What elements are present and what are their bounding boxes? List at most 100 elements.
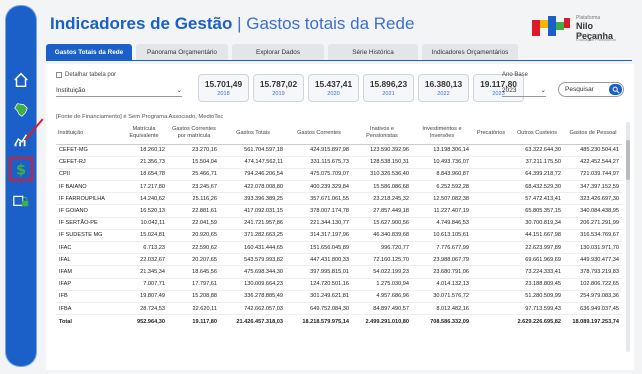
logo-bottom-text: Rede Federal de Educação Profissional bbox=[576, 32, 616, 42]
table-cell: CEFET-RJ bbox=[56, 156, 120, 169]
svg-text:$: $ bbox=[16, 162, 26, 178]
tab-explorar-dados[interactable]: Explorar Dados bbox=[232, 44, 324, 60]
table-header-cell[interactable]: Precatórios bbox=[472, 122, 510, 145]
table-cell: 57.472.413,41 bbox=[510, 192, 564, 206]
table-cell: 22.590,62 bbox=[168, 241, 220, 255]
table-cell: 69.661.969,69 bbox=[510, 253, 564, 267]
table-row[interactable]: IF SUDESTE MG 15.024,81 20.920,65 371.282.6… bbox=[56, 229, 622, 243]
table-header-cell[interactable]: Gastos Correntes por matrícula bbox=[168, 122, 220, 145]
table-cell bbox=[472, 265, 510, 279]
table-cell bbox=[472, 217, 510, 230]
table-cell bbox=[472, 156, 510, 169]
tab-serie-historica[interactable]: Série Histórica bbox=[328, 44, 418, 60]
tab-gastos-totais[interactable]: Gastos Totais da Rede bbox=[46, 44, 132, 60]
table-cell: 25.466,71 bbox=[168, 168, 220, 182]
detail-filter-label: Detalhar tabela por bbox=[56, 72, 116, 78]
page-title-main: Indicadores de Gestão bbox=[50, 14, 233, 33]
table-cell bbox=[472, 290, 510, 303]
table-row[interactable]: IFB 19.807,49 15.208,88 336.278.885,49 301.2… bbox=[56, 290, 622, 303]
table-header-cell[interactable]: Matrícula Equivalente bbox=[120, 122, 168, 145]
table-cell: 331.115.675,73 bbox=[286, 156, 352, 169]
table-row[interactable]: IF GOIANO 16.520,13 22.881,61 417.092.031,1… bbox=[56, 204, 622, 218]
brazil-map-icon[interactable] bbox=[11, 100, 31, 120]
chevron-down-icon: ⌄ bbox=[540, 87, 546, 94]
table-cell: 46.340.839,68 bbox=[352, 229, 412, 243]
table-cell: 68.432.529,30 bbox=[510, 180, 564, 194]
table-row[interactable]: IFAL 22.032,67 20.207,65 543.579.993,82 447.… bbox=[56, 253, 622, 267]
table-cell: 6.713,23 bbox=[120, 241, 168, 255]
table-cell: 128.538.150,31 bbox=[352, 156, 412, 169]
home-icon[interactable] bbox=[11, 70, 31, 90]
table-header-cell[interactable]: Inativos e Pensionistas bbox=[352, 122, 412, 145]
table-cell: 11.227.407,19 bbox=[412, 204, 472, 218]
table-cell: IFB bbox=[56, 290, 120, 303]
table-scrollbar[interactable] bbox=[626, 122, 630, 352]
table-cell: 241.721.957,86 bbox=[220, 217, 286, 230]
checkbox-icon[interactable] bbox=[56, 72, 62, 78]
kpi-card[interactable]: 16.380,13 2022 bbox=[418, 74, 469, 102]
table-row[interactable]: IF SERTÃO-PE 10.042,11 22.041,59 241.721.95… bbox=[56, 217, 622, 230]
table-row[interactable]: IFAM 21.345,34 18.645,56 475.698.344,30 397.… bbox=[56, 265, 622, 279]
table-header-cell[interactable]: Gastos Correntes bbox=[286, 122, 352, 145]
table-row[interactable]: CEFET-RJ 21.356,73 15.504,04 474.147.562,11… bbox=[56, 156, 622, 169]
detail-select[interactable]: Instituição ⌄ bbox=[56, 84, 182, 97]
institution-lock-icon[interactable] bbox=[11, 190, 31, 210]
kpi-card[interactable]: 15.701,49 2018 bbox=[198, 74, 249, 102]
table-cell: 18.645,56 bbox=[168, 265, 220, 279]
table-cell: 4.957.686,96 bbox=[352, 290, 412, 303]
table-row[interactable]: IF FARROUPILHA 14.240,62 25.116,26 393.396.… bbox=[56, 192, 622, 206]
table-header-cell[interactable]: Gastos de Pessoal bbox=[564, 122, 622, 145]
table-header-row: Instituição Matrícula Equivalente Gastos C… bbox=[56, 122, 622, 145]
table-cell: 8.012.482,16 bbox=[412, 302, 472, 316]
search-icon bbox=[609, 84, 622, 95]
table-header-cell[interactable]: Outros Custeios bbox=[510, 122, 564, 145]
table-cell: 44.151.667,98 bbox=[510, 229, 564, 243]
table-cell: 19.807,49 bbox=[120, 290, 168, 303]
kpi-card[interactable]: 15.437,41 2020 bbox=[308, 74, 359, 102]
data-table-wrap: Instituição Matrícula Equivalente Gastos C… bbox=[56, 122, 622, 362]
table-cell bbox=[472, 192, 510, 206]
table-cell: 23.188.809,45 bbox=[510, 278, 564, 291]
content-panel: Detalhar tabela por Instituição ⌄ 15.701… bbox=[46, 64, 634, 370]
kpi-card[interactable]: 15.787,02 2019 bbox=[253, 74, 304, 102]
table-cell: 449.930.477,34 bbox=[564, 253, 622, 267]
table-cell: 23.270,16 bbox=[168, 144, 220, 157]
table-header-cell[interactable]: Investimentos e Inversões bbox=[412, 122, 472, 145]
search-button[interactable]: Pesquisar bbox=[558, 82, 624, 97]
table-cell: 4.749.846,53 bbox=[412, 217, 472, 230]
year-select[interactable]: 2023 ⌄ bbox=[502, 84, 546, 97]
table-cell: IF BAIANO bbox=[56, 180, 120, 194]
table-cell bbox=[472, 168, 510, 182]
tab-indicadores-orcamentarios[interactable]: Indicadores Orçamentários bbox=[422, 44, 518, 60]
table-cell: 371.282.663,25 bbox=[220, 229, 286, 243]
table-row[interactable]: CPII 18.654,78 25.466,71 794.246.206,54 475.… bbox=[56, 168, 622, 182]
table-cell: 475.698.344,30 bbox=[220, 265, 286, 279]
table-cell: 97.713.599,43 bbox=[510, 302, 564, 316]
tab-panorama-orcamentario[interactable]: Panorama Orçamentário bbox=[136, 44, 228, 60]
table-cell: 636.949.037,45 bbox=[564, 302, 622, 316]
table-cell: 18.260,12 bbox=[120, 144, 168, 157]
kpi-year: 2022 bbox=[437, 91, 450, 97]
table-total-cell: 2.499.291.010,80 bbox=[352, 314, 412, 329]
table-cell bbox=[472, 253, 510, 267]
table-header-cell[interactable]: Gastos Totais bbox=[220, 122, 286, 145]
table-cell: 15.208,88 bbox=[168, 290, 220, 303]
table-cell: IFAC bbox=[56, 241, 120, 255]
detail-filter-text: Detalhar tabela por bbox=[65, 72, 117, 78]
table-cell: 51.280.509,99 bbox=[510, 290, 564, 303]
table-cell: IF SERTÃO-PE bbox=[56, 217, 120, 230]
dollar-icon[interactable]: $ bbox=[9, 157, 33, 181]
scrollbar-thumb[interactable] bbox=[626, 140, 630, 180]
table-row[interactable]: IFAC 6.713,23 22.590,62 160.431.444,65 151.6… bbox=[56, 241, 622, 255]
table-row[interactable]: IFAP 7.007,71 17.797,61 130.009.664,23 124.7… bbox=[56, 278, 622, 291]
table-header-cell[interactable]: Instituição bbox=[56, 122, 120, 145]
table-cell: 357.671.061,55 bbox=[286, 192, 352, 206]
table-cell: 14.240,62 bbox=[120, 192, 168, 206]
tab-bar: Gastos Totais da Rede Panorama Orçamentá… bbox=[46, 44, 518, 60]
pnp-logo: Plataforma Nilo Peçanha Rede Federal de … bbox=[532, 14, 622, 42]
table-row[interactable]: IF BAIANO 17.217,80 23.245,67 422.078.008,8… bbox=[56, 180, 622, 194]
table-row[interactable]: CEFET-MG 18.260,12 23.270,16 561.704.597,18… bbox=[56, 144, 622, 157]
page-title: Indicadores de Gestão | Gastos totais da… bbox=[50, 14, 414, 34]
table-row[interactable]: IFBA 28.724,53 22.620,11 742.662.057,03 649.… bbox=[56, 302, 622, 316]
kpi-card[interactable]: 15.896,23 2021 bbox=[363, 74, 414, 102]
